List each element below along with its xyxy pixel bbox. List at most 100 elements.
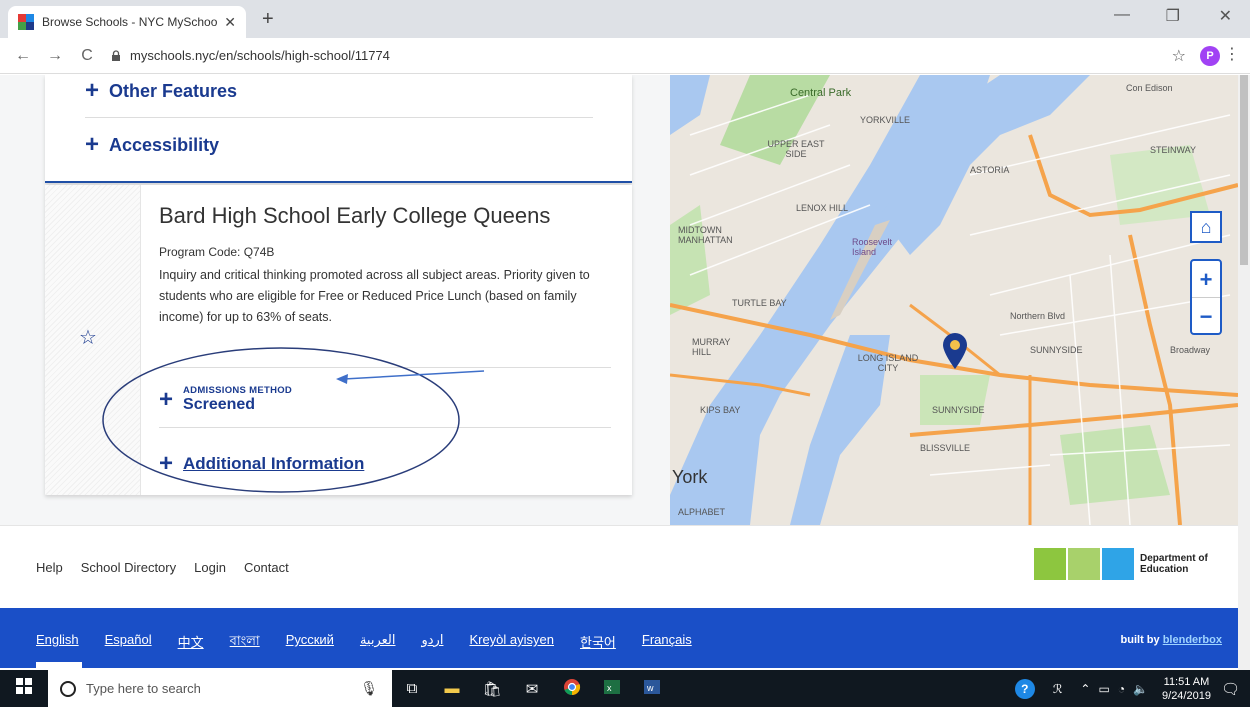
map-label-central-park: Central Park [790, 87, 852, 99]
taskbar-search[interactable]: Type here to search 🎙 [48, 670, 392, 707]
page-content: + Other Features + Accessibility ☆ Bard … [0, 75, 1250, 525]
help-icon[interactable]: ? [1014, 678, 1035, 699]
windows-taskbar: Type here to search 🎙 ⧉ ▬ 🛍 ✉ x w ? ℛ ⌃ … [0, 670, 1250, 707]
map-label-upper-east-side: UPPER EAST SIDE [767, 139, 825, 159]
admissions-method-toggle[interactable]: + ADMISSIONS METHOD Screened [159, 385, 292, 414]
browser-menu-icon[interactable]: ⋮ [1224, 44, 1240, 64]
reload-icon[interactable]: C [78, 47, 96, 65]
school-name[interactable]: Bard High School Early College Queens [159, 203, 550, 229]
tray-chevron-icon[interactable]: ⌃ [1080, 682, 1090, 696]
chrome-icon[interactable] [552, 678, 592, 700]
other-features-toggle[interactable]: + Other Features [85, 79, 237, 103]
blenderbox-link[interactable]: blenderbox [1163, 634, 1222, 646]
footer-link-login[interactable]: Login [194, 560, 226, 575]
map-label-long-island-city: LONG ISLAND CITY [857, 353, 919, 373]
svg-text:x: x [607, 683, 612, 693]
map-label-northern-blvd: Northern Blvd [1010, 311, 1066, 321]
profile-avatar[interactable]: P [1200, 46, 1220, 66]
map-pin-icon[interactable] [940, 331, 970, 371]
lang-english[interactable]: English [36, 632, 79, 653]
lang-french[interactable]: Français [642, 632, 692, 653]
excel-icon[interactable]: x [592, 678, 632, 700]
zoom-out-button[interactable]: − [1192, 298, 1220, 335]
lang-chinese[interactable]: 中文 [178, 632, 204, 653]
people-icon[interactable]: ℛ [1053, 682, 1063, 696]
task-view-icon[interactable]: ⧉ [392, 680, 432, 697]
close-window-icon[interactable]: ✕ [1219, 6, 1232, 26]
lang-russian[interactable]: Русский [286, 632, 334, 653]
nyc-logo-n-block [1034, 548, 1066, 580]
additional-information-link[interactable]: Additional Information [183, 454, 364, 474]
wifi-icon[interactable]: ◔ [1118, 682, 1125, 696]
restore-icon[interactable]: ❐ [1166, 6, 1180, 26]
lock-icon [112, 49, 120, 61]
notifications-icon[interactable]: 🗨 [1221, 680, 1240, 698]
url-field[interactable]: myschools.nyc/en/schools/high-school/117… [110, 48, 390, 63]
scrollbar-thumb[interactable] [1240, 75, 1248, 265]
lang-haitian-creole[interactable]: Kreyòl ayisyen [469, 632, 554, 653]
map-label-yorkville: YORKVILLE [860, 115, 911, 125]
favorite-column: ☆ [45, 185, 141, 495]
map-label-murray-hill: MURRAY HILL [692, 337, 731, 357]
store-icon[interactable]: 🛍 [472, 680, 512, 698]
minimize-icon[interactable]: — [1114, 6, 1130, 24]
nyc-logo-y-block [1068, 548, 1100, 580]
nyc-logo-c-block [1102, 548, 1134, 580]
plus-icon: + [159, 450, 174, 477]
accessibility-label: Accessibility [109, 134, 220, 155]
microphone-icon[interactable]: 🎙 [360, 680, 378, 697]
lang-korean[interactable]: 한국어 [580, 632, 616, 653]
map-home-icon[interactable]: ⌂ [1190, 211, 1222, 243]
footer-link-help[interactable]: Help [36, 560, 63, 575]
map-label-kips-bay: KIPS BAY [700, 405, 741, 415]
volume-icon[interactable]: 🔈 [1133, 682, 1148, 696]
map-zoom-control: + − [1190, 259, 1222, 335]
map-label-lenox-hill: LENOX HILL [796, 203, 849, 213]
admissions-method-value: Screened [183, 396, 256, 413]
features-card: + Other Features + Accessibility [45, 75, 632, 183]
mail-icon[interactable]: ✉ [512, 680, 552, 698]
selected-language-indicator [36, 662, 82, 668]
word-icon[interactable]: w [632, 678, 672, 700]
map-label-steinway: STEINWAY [1150, 145, 1197, 155]
zoom-in-button[interactable]: + [1192, 261, 1220, 298]
lang-arabic[interactable]: العربية [360, 632, 396, 653]
system-tray: ? ℛ ⌃ ▭ ◔ 🔈 11:51 AM 9/24/2019 🗨 [1014, 670, 1250, 707]
other-features-label: Other Features [109, 80, 238, 101]
tab-title: Browse Schools - NYC MySchool [42, 15, 219, 29]
map[interactable]: Central Park UPPER EAST SIDE YORKVILLE L… [670, 75, 1238, 525]
tab-close-icon[interactable]: ✕ [224, 14, 236, 31]
taskbar-clock[interactable]: 11:51 AM 9/24/2019 [1162, 675, 1211, 703]
new-tab-icon[interactable]: + [262, 8, 274, 31]
lang-espanol[interactable]: Español [105, 632, 152, 653]
accessibility-toggle[interactable]: + Accessibility [85, 133, 219, 157]
map-label-alphabet: ALPHABET [678, 507, 726, 517]
language-links: English Español 中文 বাংলা Русский العربية… [36, 632, 692, 653]
page-scrollbar[interactable] [1238, 75, 1250, 670]
url-text: myschools.nyc/en/schools/high-school/117… [130, 48, 390, 63]
nyc-doe-logo[interactable]: Department of Education [1034, 548, 1208, 580]
school-description: Inquiry and critical thinking promoted a… [159, 268, 590, 324]
favorite-star-icon[interactable]: ☆ [79, 325, 97, 350]
taskbar-search-placeholder: Type here to search [86, 681, 201, 696]
footer: Help School Directory Login Contact Depa… [0, 525, 1238, 608]
lang-urdu[interactable]: اردو [421, 632, 443, 653]
browser-tab[interactable]: Browse Schools - NYC MySchool ✕ [8, 6, 246, 38]
browser-tab-bar: Browse Schools - NYC MySchool ✕ + — ❐ ✕ [0, 0, 1250, 38]
map-label-broadway: Broadway [1170, 345, 1211, 355]
battery-icon[interactable]: ▭ [1098, 682, 1109, 696]
language-bar: English Español 中文 বাংলা Русский العربية… [0, 608, 1238, 668]
cortana-icon [60, 680, 76, 697]
back-icon[interactable]: ← [14, 47, 32, 65]
forward-icon[interactable]: → [46, 47, 64, 65]
file-explorer-icon[interactable]: ▬ [432, 680, 472, 697]
bookmark-star-icon[interactable]: ☆ [1172, 46, 1186, 66]
plus-icon: + [85, 131, 100, 158]
footer-link-school-directory[interactable]: School Directory [81, 560, 176, 575]
footer-link-contact[interactable]: Contact [244, 560, 289, 575]
map-label-con-edison: Con Edison [1126, 83, 1173, 93]
lang-bengali[interactable]: বাংলা [230, 632, 260, 653]
additional-information-toggle[interactable]: + Additional Information [159, 450, 364, 478]
windows-start-icon[interactable] [0, 678, 48, 699]
clock-date: 9/24/2019 [1162, 689, 1211, 702]
